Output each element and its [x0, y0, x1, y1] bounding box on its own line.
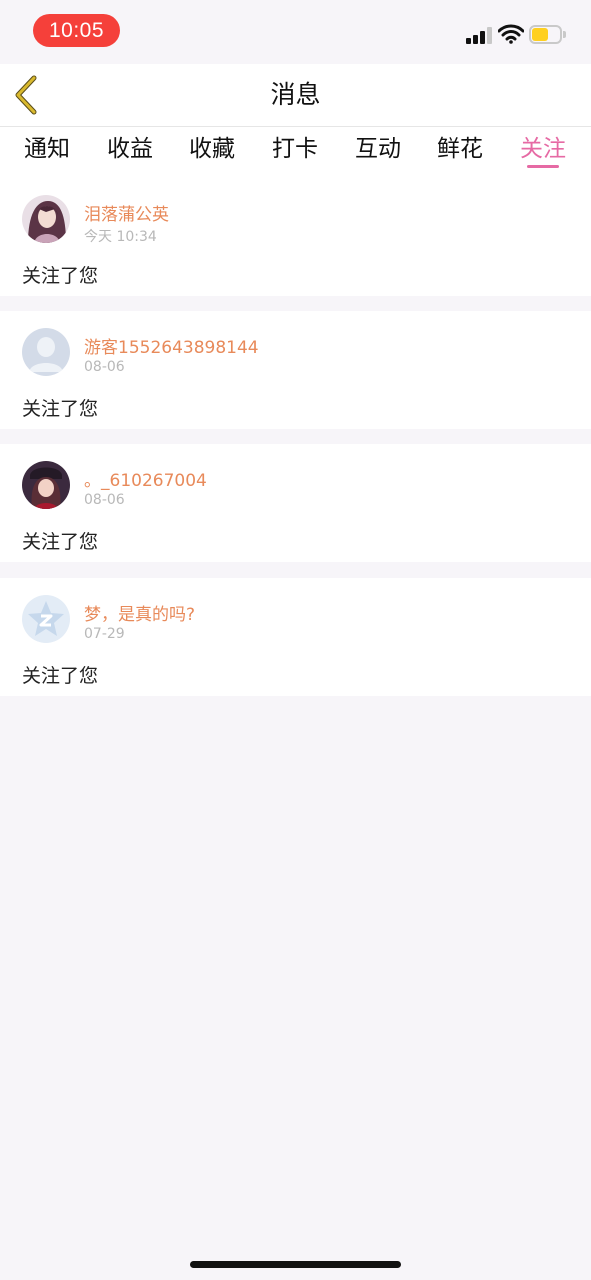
message-text: 关注了您 — [22, 665, 99, 687]
wifi-icon — [498, 24, 524, 44]
nav-header: 消息 — [0, 64, 591, 126]
page-title: 消息 — [270, 80, 321, 109]
timestamp: 08-06 — [84, 359, 125, 375]
timestamp: 07-29 — [84, 626, 125, 642]
cellular-signal-icon — [466, 26, 492, 44]
list-item[interactable]: 泪落蒲公英 今天 10:34 关注了您 — [0, 178, 591, 296]
username[interactable]: 游客1552643898144 — [84, 333, 259, 358]
timestamp: 08-06 — [84, 492, 125, 508]
screen: 10:05 消息 通知 收益 收藏 打卡 互动 鲜花 关注 泪落蒲公英 今天 1… — [0, 0, 591, 1280]
tab-notifications[interactable]: 通知 — [12, 131, 82, 171]
tab-flowers[interactable]: 鲜花 — [425, 131, 495, 171]
username[interactable]: 泪落蒲公英 — [84, 200, 169, 225]
timestamp: 今天 10:34 — [84, 229, 157, 245]
status-bar: 10:05 — [0, 0, 591, 64]
tab-bar: 通知 收益 收藏 打卡 互动 鲜花 关注 — [0, 126, 591, 180]
status-time: 10:05 — [33, 14, 120, 47]
list-item[interactable]: 梦，是真的吗? 07-29 关注了您 — [0, 578, 591, 696]
home-indicator[interactable] — [190, 1261, 401, 1268]
message-text: 关注了您 — [22, 265, 99, 287]
tab-favorites[interactable]: 收藏 — [177, 131, 247, 171]
tab-checkin[interactable]: 打卡 — [260, 131, 330, 171]
username[interactable]: 。_610267004 — [84, 466, 207, 491]
list-item[interactable]: 。_610267004 08-06 关注了您 — [0, 444, 591, 562]
message-text: 关注了您 — [22, 531, 99, 553]
message-text: 关注了您 — [22, 398, 99, 420]
list-item[interactable]: 游客1552643898144 08-06 关注了您 — [0, 311, 591, 429]
avatar[interactable] — [22, 195, 70, 243]
tab-earnings[interactable]: 收益 — [95, 131, 165, 171]
username[interactable]: 梦，是真的吗? — [84, 600, 195, 625]
tab-interactions[interactable]: 互动 — [343, 131, 413, 171]
active-tab-indicator — [527, 165, 559, 168]
battery-icon — [529, 25, 567, 45]
avatar[interactable] — [22, 461, 70, 509]
avatar[interactable] — [22, 595, 70, 643]
avatar[interactable] — [22, 328, 70, 376]
